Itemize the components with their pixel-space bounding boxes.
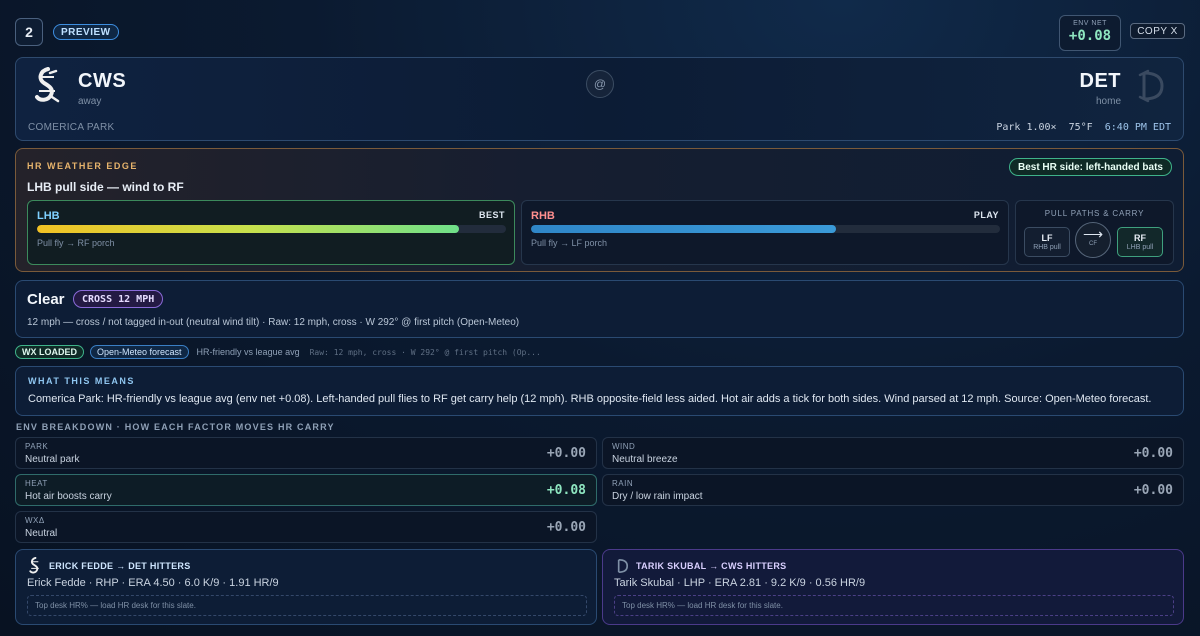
rhb-label: RHB xyxy=(531,210,555,222)
conditions-panel: Clear CROSS 12 MPH 12 mph — cross / not … xyxy=(15,280,1184,338)
white-sox-logo-icon xyxy=(33,66,61,106)
hr-desk-placeholder[interactable]: Top desk HR% — load HR desk for this sla… xyxy=(27,595,587,616)
home-team-abbr: DET xyxy=(1079,70,1121,92)
park-info: Park 1.00× 75°F 6:40 PM EDT xyxy=(996,122,1171,133)
wind-detail: 12 mph — cross / not tagged in-out (neut… xyxy=(27,317,520,328)
matchup-card: CWS away @ DET home COMERICA PARK Park 1… xyxy=(15,57,1184,141)
pull-paths-box: PULL PATHS & CARRY LF RHB pull ⟶ CF RF L… xyxy=(1015,200,1174,265)
rhb-tag: PLAY xyxy=(973,210,999,220)
lhb-carry-bar xyxy=(37,225,506,233)
factor-desc: Neutral breeze xyxy=(612,454,678,465)
factor-wx-delta: WXΔ Neutral +0.00 xyxy=(15,511,597,543)
sky-condition: Clear xyxy=(27,291,65,308)
factor-desc: Hot air boosts carry xyxy=(25,491,112,502)
hr-desk-placeholder[interactable]: Top desk HR% — load HR desk for this sla… xyxy=(614,595,1174,616)
factor-value: +0.00 xyxy=(546,520,586,535)
factor-name: HEAT xyxy=(25,479,48,488)
lhb-carry-fill xyxy=(37,225,460,233)
left-field-cell: LF RHB pull xyxy=(1024,227,1070,257)
source-chips: WX LOADED Open-Meteo forecast HR-friendl… xyxy=(15,345,543,359)
park-factor: Park 1.00× xyxy=(996,122,1057,133)
right-field-cell: RF LHB pull xyxy=(1117,227,1163,257)
lhb-desc: Pull fly → RF porch xyxy=(37,238,115,248)
center-field-cell: ⟶ CF xyxy=(1075,222,1111,258)
pitcher-stat-line: Erick Fedde · RHP · ERA 4.50 · 6.0 K/9 ·… xyxy=(27,577,279,589)
rf-sub: LHB pull xyxy=(1126,244,1154,251)
factor-desc: Neutral xyxy=(25,528,58,539)
forecast-source-chip: Open-Meteo forecast xyxy=(90,345,189,359)
away-team-abbr: CWS xyxy=(78,70,127,92)
status-badge: PREVIEW xyxy=(53,24,119,40)
temperature: 75°F xyxy=(1068,122,1093,133)
factor-park: PARK Neutral park +0.00 xyxy=(15,437,597,469)
factor-name: RAIN xyxy=(612,479,634,488)
tigers-logo-icon xyxy=(614,557,630,575)
hr-edge-title: HR WEATHER EDGE xyxy=(27,161,138,171)
rf-label: RF xyxy=(1134,233,1146,243)
rhb-carry-bar xyxy=(531,225,1000,233)
at-symbol: @ xyxy=(586,70,614,98)
lhb-tag: BEST xyxy=(478,210,505,220)
pull-paths-title: PULL PATHS & CARRY xyxy=(1044,209,1145,218)
wx-loaded-chip: WX LOADED xyxy=(15,345,84,359)
pitcher-title: ERICK FEDDE → DET HITTERS xyxy=(49,561,191,571)
what-this-means-panel: WHAT THIS MEANS Comerica Park: HR-friend… xyxy=(15,366,1184,416)
top-bar: 2 PREVIEW ENV NET +0.08 COPY X xyxy=(15,15,1185,52)
away-team-role: away xyxy=(78,96,102,107)
raw-weather-text: Raw: 12 mph, cross · W 292° @ first pitc… xyxy=(309,347,541,357)
hr-weather-edge-panel: HR WEATHER EDGE LHB pull side — wind to … xyxy=(15,148,1184,272)
wind-chip: CROSS 12 MPH xyxy=(73,290,164,308)
cf-label: CF xyxy=(1089,241,1097,247)
factor-wind: WIND Neutral breeze +0.00 xyxy=(602,437,1184,469)
away-pitcher-card: ERICK FEDDE → DET HITTERS Erick Fedde · … xyxy=(15,549,597,625)
means-title: WHAT THIS MEANS xyxy=(28,376,135,386)
copy-x-button[interactable]: COPY X xyxy=(1130,23,1185,39)
factor-value: +0.00 xyxy=(546,446,586,461)
tigers-logo-icon xyxy=(1137,66,1165,106)
best-side-chip: Best HR side: left-handed bats xyxy=(1008,158,1172,176)
pitcher-stat-line: Tarik Skubal · LHP · ERA 2.81 · 9.2 K/9 … xyxy=(614,577,866,589)
rhb-carry-fill xyxy=(531,225,836,233)
first-pitch-time: 6:40 PM EDT xyxy=(1104,122,1171,133)
rhb-desc: Pull fly → LF porch xyxy=(531,238,608,248)
lhb-label: LHB xyxy=(37,210,60,222)
factor-heat: HEAT Hot air boosts carry +0.08 xyxy=(15,474,597,506)
env-net-label: ENV NET xyxy=(1073,20,1107,27)
factor-name: WIND xyxy=(612,442,636,451)
venue-name: COMERICA PARK xyxy=(28,122,115,133)
park-note: HR-friendly vs league avg xyxy=(196,347,300,357)
game-number-badge: 2 xyxy=(15,18,43,46)
env-net-value: +0.08 xyxy=(1068,28,1112,44)
white-sox-logo-icon xyxy=(27,557,43,575)
env-breakdown-title: ENV BREAKDOWN · HOW EACH FACTOR MOVES HR… xyxy=(16,422,335,432)
env-net-box: ENV NET +0.08 xyxy=(1059,15,1121,51)
factor-value: +0.08 xyxy=(546,483,586,498)
factor-rain: RAIN Dry / low rain impact +0.00 xyxy=(602,474,1184,506)
means-text: Comerica Park: HR-friendly vs league avg… xyxy=(28,393,1152,405)
factor-value: +0.00 xyxy=(1133,483,1173,498)
factor-desc: Neutral park xyxy=(25,454,80,465)
factor-value: +0.00 xyxy=(1133,446,1173,461)
factor-name: PARK xyxy=(25,442,49,451)
home-pitcher-card: TARIK SKUBAL → CWS HITTERS Tarik Skubal … xyxy=(602,549,1184,625)
pitcher-title: TARIK SKUBAL → CWS HITTERS xyxy=(636,561,787,571)
lf-label: LF xyxy=(1041,233,1053,243)
hr-edge-subtitle: LHB pull side — wind to RF xyxy=(27,180,184,194)
wind-arrow-icon: ⟶ xyxy=(1082,226,1104,242)
lf-sub: RHB pull xyxy=(1033,244,1061,251)
home-team-role: home xyxy=(1095,96,1121,107)
rhb-side-card: RHB PLAY Pull fly → LF porch xyxy=(521,200,1009,265)
factor-desc: Dry / low rain impact xyxy=(612,491,703,502)
lhb-side-card: LHB BEST Pull fly → RF porch xyxy=(27,200,515,265)
factor-name: WXΔ xyxy=(25,516,45,525)
